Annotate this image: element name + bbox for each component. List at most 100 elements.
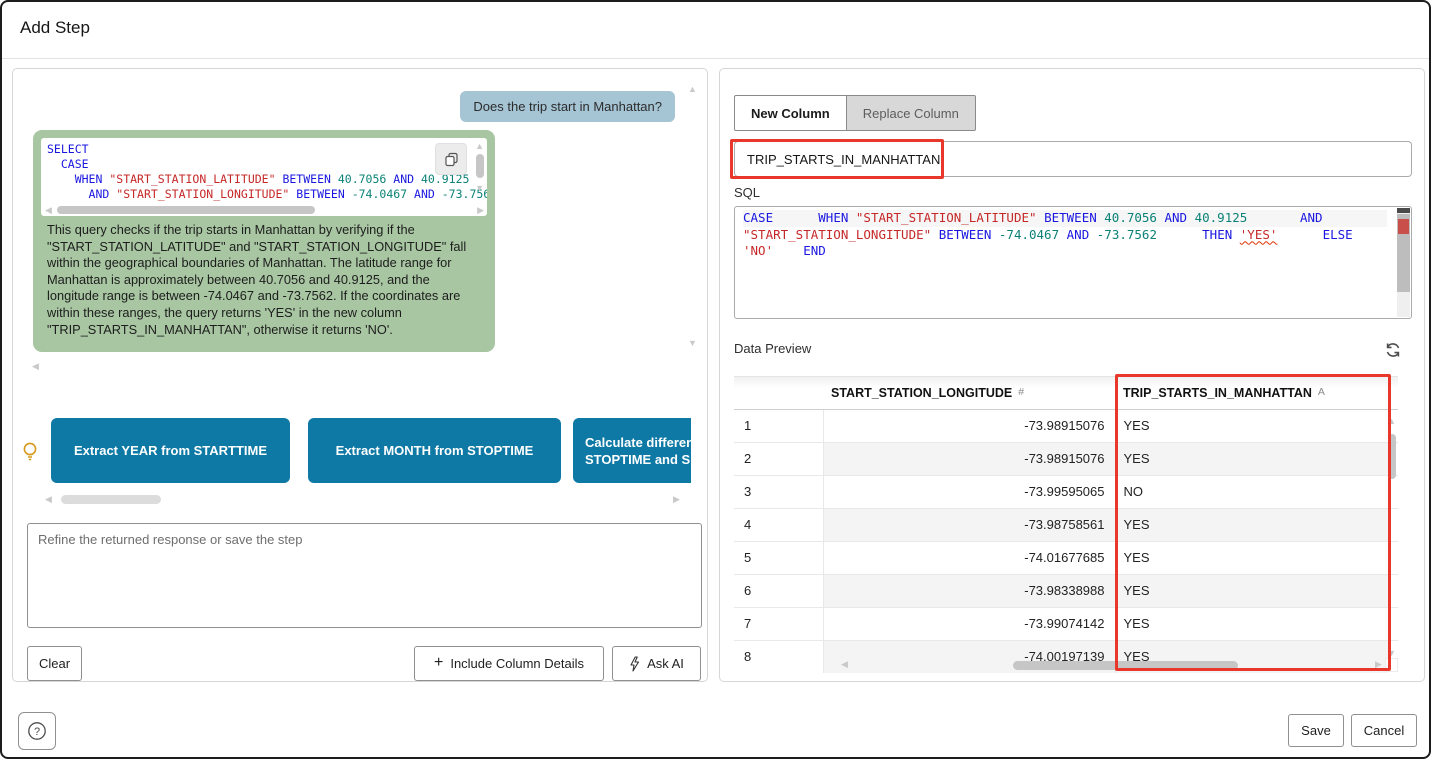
copy-button[interactable] bbox=[435, 143, 467, 175]
table-scroll-left-arrow[interactable]: ◀ bbox=[841, 660, 848, 669]
row-number-cell: 5 bbox=[734, 541, 823, 574]
code-vscroll-thumb[interactable] bbox=[476, 154, 484, 178]
suggestion-button-clip: Calculate differen STOPTIME and S bbox=[573, 418, 691, 483]
table-row: 2-73.98915076YES bbox=[734, 442, 1398, 475]
column-editor-panel: New Column Replace Column SQL CASE WHEN … bbox=[719, 68, 1425, 682]
suggestion-button-extract-year[interactable]: Extract YEAR from STARTTIME bbox=[51, 418, 290, 483]
add-step-dialog: Add Step ▲ ▼ ◀ Does the trip start in Ma… bbox=[0, 0, 1431, 759]
page-title: Add Step bbox=[20, 18, 90, 38]
suggestion-label-line: STOPTIME and S bbox=[585, 451, 691, 468]
table-row: 7-73.99074142YES bbox=[734, 607, 1398, 640]
include-column-details-button[interactable]: + Include Column Details bbox=[414, 646, 604, 681]
manhattan-cell: YES bbox=[1115, 607, 1388, 640]
refine-input[interactable] bbox=[27, 523, 702, 628]
longitude-cell: -73.98758561 bbox=[823, 508, 1115, 541]
table-row: 5-74.01677685YES bbox=[734, 541, 1398, 574]
refresh-button[interactable] bbox=[1380, 337, 1406, 363]
clear-button[interactable]: Clear bbox=[27, 646, 82, 681]
spacer-cell bbox=[1388, 607, 1398, 640]
column-header-label: TRIP_STARTS_IN_MANHATTAN bbox=[1123, 386, 1312, 400]
table-scroll-up-arrow[interactable]: ▲ bbox=[1387, 417, 1396, 426]
row-number-cell: 8 bbox=[734, 640, 823, 673]
column-name-input[interactable] bbox=[734, 141, 1412, 177]
suggestion-button-extract-month[interactable]: Extract MONTH from STOPTIME bbox=[308, 418, 561, 483]
manhattan-cell: NO bbox=[1115, 475, 1388, 508]
column-header-manhattan[interactable]: TRIP_STARTS_IN_MANHATTAN A bbox=[1115, 377, 1388, 409]
table-scroll-right-arrow[interactable]: ▶ bbox=[1375, 660, 1382, 669]
scroll-down-arrow[interactable]: ▼ bbox=[688, 339, 697, 348]
cancel-button[interactable]: Cancel bbox=[1351, 714, 1417, 747]
header-divider bbox=[2, 58, 1429, 59]
sql-editor-scrollbar[interactable] bbox=[1397, 208, 1410, 317]
suggestions-scroll-left-arrow[interactable]: ◀ bbox=[45, 495, 52, 504]
table-vscroll-thumb[interactable] bbox=[1388, 434, 1396, 479]
ask-ai-button[interactable]: Ask AI bbox=[612, 646, 701, 681]
manhattan-cell: YES bbox=[1115, 574, 1388, 607]
sql-label: SQL bbox=[734, 185, 760, 200]
assistant-code-block: SELECT CASE WHEN "START_STATION_LATITUDE… bbox=[41, 138, 487, 216]
row-number-cell: 3 bbox=[734, 475, 823, 508]
scroll-left-arrow[interactable]: ◀ bbox=[32, 362, 39, 371]
suggestion-button-calculate-difference[interactable]: Calculate differen STOPTIME and S bbox=[573, 418, 691, 483]
longitude-cell: -73.99595065 bbox=[823, 475, 1115, 508]
tab-new-column[interactable]: New Column bbox=[734, 95, 847, 131]
manhattan-cell: YES bbox=[1115, 442, 1388, 475]
table-row: 1-73.98915076YES bbox=[734, 409, 1398, 442]
ai-chat-panel: ▲ ▼ ◀ Does the trip start in Manhattan? … bbox=[12, 68, 708, 682]
copy-icon bbox=[444, 152, 459, 167]
row-number-cell: 1 bbox=[734, 409, 823, 442]
sql-scrollbar-top-bar bbox=[1397, 208, 1410, 213]
scroll-up-arrow[interactable]: ▲ bbox=[688, 85, 697, 94]
sql-code-lines: CASE WHEN "START_STATION_LATITUDE" BETWE… bbox=[735, 210, 1395, 260]
assistant-code-lines: SELECT CASE WHEN "START_STATION_LATITUDE… bbox=[41, 142, 487, 202]
row-number-cell: 7 bbox=[734, 607, 823, 640]
svg-text:?: ? bbox=[34, 726, 40, 738]
plus-icon: + bbox=[434, 654, 443, 672]
longitude-cell: -73.98338988 bbox=[823, 574, 1115, 607]
code-scroll-down-arrow[interactable]: ▼ bbox=[475, 184, 484, 193]
code-scroll-up-arrow[interactable]: ▲ bbox=[475, 142, 484, 151]
lightbulb-icon bbox=[21, 441, 39, 463]
numeric-type-icon: # bbox=[1018, 386, 1024, 398]
longitude-cell: -73.99074142 bbox=[823, 607, 1115, 640]
help-button[interactable]: ? bbox=[18, 712, 56, 750]
spacer-cell bbox=[1388, 574, 1398, 607]
data-preview-table: START_STATION_LONGITUDE # TRIP_STARTS_IN_… bbox=[734, 376, 1398, 673]
table-scroll-down-arrow[interactable]: ▼ bbox=[1387, 649, 1396, 658]
spacer-cell bbox=[1388, 508, 1398, 541]
lightning-icon bbox=[629, 656, 640, 672]
column-header-longitude[interactable]: START_STATION_LONGITUDE # bbox=[823, 377, 1115, 409]
table-hscroll-thumb[interactable] bbox=[1013, 661, 1238, 670]
longitude-cell: -74.01677685 bbox=[823, 541, 1115, 574]
tab-replace-column[interactable]: Replace Column bbox=[847, 95, 976, 131]
code-scroll-right-arrow[interactable]: ▶ bbox=[477, 206, 484, 215]
sql-editor[interactable]: CASE WHEN "START_STATION_LATITUDE" BETWE… bbox=[734, 206, 1412, 319]
preview-tbody: 1-73.98915076YES2-73.98915076YES3-73.995… bbox=[734, 409, 1398, 673]
suggestions-scroll-right-arrow[interactable]: ▶ bbox=[673, 495, 680, 504]
assistant-message-bubble: SELECT CASE WHEN "START_STATION_LATITUDE… bbox=[33, 130, 495, 352]
row-number-cell: 2 bbox=[734, 442, 823, 475]
suggestions-scroll-thumb[interactable] bbox=[61, 495, 161, 504]
row-number-cell: 4 bbox=[734, 508, 823, 541]
table-header-row: START_STATION_LONGITUDE # TRIP_STARTS_IN_… bbox=[734, 377, 1398, 409]
table-row: 3-73.99595065NO bbox=[734, 475, 1398, 508]
longitude-cell: -73.98915076 bbox=[823, 442, 1115, 475]
table-scroll-corner bbox=[1385, 658, 1398, 672]
data-preview-title: Data Preview bbox=[734, 341, 811, 356]
text-type-icon: A bbox=[1318, 386, 1325, 398]
save-button[interactable]: Save bbox=[1288, 714, 1344, 747]
sql-warning-marker bbox=[1398, 219, 1409, 234]
table-row: 4-73.98758561YES bbox=[734, 508, 1398, 541]
manhattan-cell: YES bbox=[1115, 541, 1388, 574]
ask-ai-label: Ask AI bbox=[647, 656, 684, 671]
spacer-header bbox=[1388, 377, 1398, 409]
suggestion-label-line: Calculate differen bbox=[585, 434, 691, 451]
manhattan-cell: YES bbox=[1115, 409, 1388, 442]
longitude-cell: -73.98915076 bbox=[823, 409, 1115, 442]
spacer-cell bbox=[1388, 475, 1398, 508]
column-header-label: START_STATION_LONGITUDE bbox=[831, 386, 1012, 400]
manhattan-cell: YES bbox=[1115, 508, 1388, 541]
assistant-explanation: This query checks if the trip starts in … bbox=[47, 222, 485, 338]
code-scroll-left-arrow[interactable]: ◀ bbox=[45, 206, 52, 215]
code-hscroll-thumb[interactable] bbox=[57, 206, 315, 214]
